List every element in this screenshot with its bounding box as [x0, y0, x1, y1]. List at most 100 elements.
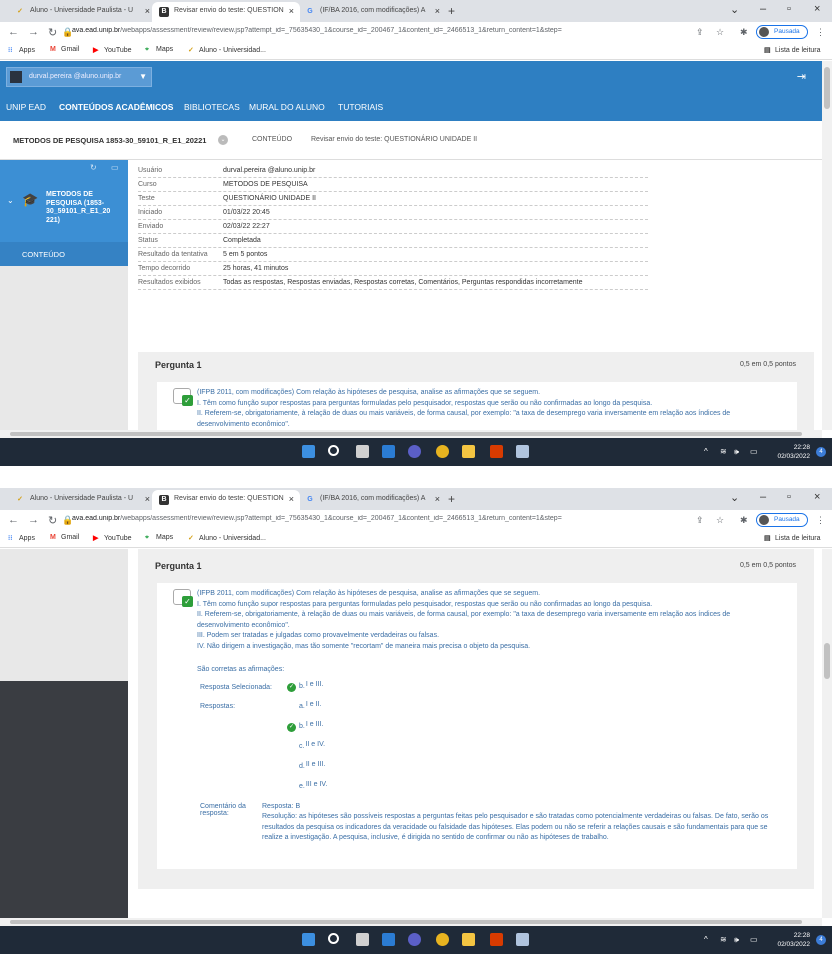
forward-button[interactable]: →	[28, 514, 39, 526]
widgets-icon[interactable]	[382, 933, 395, 946]
menu-icon[interactable]: ⋮	[816, 27, 825, 38]
notification-badge[interactable]: 4	[816, 935, 826, 945]
bookmark-youtube[interactable]: ▶ YouTube	[93, 534, 132, 542]
nav-unip-ead[interactable]: UNIP EAD	[6, 102, 46, 112]
tab-revisar[interactable]: B Revisar envio do teste: QUESTION ×	[152, 490, 300, 510]
tab-aluno[interactable]: ✓ Aluno - Universidade Paulista - U ×	[8, 490, 156, 510]
close-window-button[interactable]: ×	[814, 3, 820, 15]
course-menu-icon[interactable]: ⌄	[218, 135, 228, 145]
logout-icon[interactable]: ⇥	[797, 70, 806, 83]
chat-icon[interactable]	[408, 445, 421, 458]
bookmark-gmail[interactable]: M Gmail	[50, 534, 79, 541]
breadcrumb-course[interactable]: METODOS DE PESQUISA 1853-30_59101_R_E1_2…	[13, 136, 206, 145]
vertical-scrollbar[interactable]	[822, 549, 832, 918]
reload-button[interactable]: ↻	[48, 26, 57, 39]
office-icon[interactable]	[490, 933, 503, 946]
nav-mural-do-aluno[interactable]: MURAL DO ALUNO	[249, 102, 325, 112]
menu-item-conteudo[interactable]: CONTEÚDO	[0, 242, 128, 266]
battery-icon[interactable]: ▭	[750, 935, 758, 944]
url-field[interactable]: ava.ead.unip.br/webapps/assessment/revie…	[72, 515, 682, 522]
reading-list-button[interactable]: ▤ Lista de leitura	[764, 534, 821, 542]
nav-bibliotecas[interactable]: BIBLIOTECAS	[184, 102, 240, 112]
notepad-icon[interactable]	[516, 933, 529, 946]
menu-icon[interactable]: ⋮	[816, 515, 825, 526]
windows-start-icon[interactable]	[302, 933, 315, 946]
widgets-icon[interactable]	[382, 445, 395, 458]
folder-icon[interactable]: ▭	[111, 163, 119, 172]
chevron-down-icon[interactable]: ⌄	[7, 196, 14, 205]
course-title-block[interactable]: ⌄ 🎓 METODOS DE PESQUISA (1853-30_59101_R…	[0, 176, 128, 242]
back-button[interactable]: ←	[8, 514, 19, 526]
file-explorer-icon[interactable]	[462, 933, 475, 946]
bookmark-maps[interactable]: ⌖ Maps	[145, 46, 173, 54]
tab-aluno[interactable]: ✓ Aluno - Universidade Paulista - U ×	[8, 2, 156, 22]
search-icon[interactable]	[328, 445, 339, 456]
star-icon[interactable]: ☆	[716, 515, 724, 526]
close-tab-icon[interactable]: ×	[145, 6, 150, 16]
profile-button[interactable]: Pausada	[756, 25, 808, 39]
chat-icon[interactable]	[408, 933, 421, 946]
tab-search-icon[interactable]: ⌄	[730, 491, 739, 504]
file-explorer-icon[interactable]	[462, 445, 475, 458]
chrome-icon[interactable]	[436, 445, 449, 458]
maximize-button[interactable]: ▫	[787, 491, 791, 503]
close-tab-icon[interactable]: ×	[289, 494, 294, 504]
bookmark-aluno[interactable]: ✓ Aluno - Universidad...	[188, 46, 266, 54]
close-tab-icon[interactable]: ×	[289, 6, 294, 16]
star-icon[interactable]: ☆	[716, 27, 724, 38]
nav-tutoriais[interactable]: TUTORIAIS	[338, 102, 383, 112]
search-icon[interactable]	[328, 933, 339, 944]
clock[interactable]: 22:28 02/03/2022	[777, 443, 810, 461]
breadcrumb-section[interactable]: CONTEÚDO	[252, 136, 292, 143]
windows-start-icon[interactable]	[302, 445, 315, 458]
close-tab-icon[interactable]: ×	[145, 494, 150, 504]
back-button[interactable]: ←	[8, 26, 19, 38]
new-tab-button[interactable]: +	[448, 4, 455, 18]
horizontal-scrollbar[interactable]	[0, 918, 822, 926]
minimize-button[interactable]: –	[760, 3, 766, 15]
tab-google[interactable]: G (IF/BA 2016, com modificações) A ×	[298, 2, 446, 22]
forward-button[interactable]: →	[28, 26, 39, 38]
reload-button[interactable]: ↻	[48, 514, 57, 527]
chrome-icon[interactable]	[436, 933, 449, 946]
refresh-icon[interactable]: ↻	[90, 163, 97, 172]
extensions-icon[interactable]: ✱	[740, 515, 748, 526]
volume-icon[interactable]: 🕪	[734, 447, 739, 457]
close-tab-icon[interactable]: ×	[435, 6, 440, 16]
wifi-icon[interactable]: ≋	[720, 935, 727, 944]
reading-list-button[interactable]: ▤ Lista de leitura	[764, 46, 821, 54]
notepad-icon[interactable]	[516, 445, 529, 458]
notification-badge[interactable]: 4	[816, 447, 826, 457]
minimize-button[interactable]: –	[760, 491, 766, 503]
share-icon[interactable]: ⇪	[696, 27, 704, 38]
bookmark-apps[interactable]: ⁝⁝ Apps	[8, 534, 35, 542]
volume-icon[interactable]: 🕪	[734, 935, 739, 945]
office-icon[interactable]	[490, 445, 503, 458]
bookmark-youtube[interactable]: ▶ YouTube	[93, 46, 132, 54]
battery-icon[interactable]: ▭	[750, 447, 758, 456]
tray-chevron-icon[interactable]: ^	[704, 935, 708, 944]
new-tab-button[interactable]: +	[448, 492, 455, 506]
bookmark-apps[interactable]: ⁝⁝ Apps	[8, 46, 35, 54]
tray-chevron-icon[interactable]: ^	[704, 447, 708, 456]
task-view-icon[interactable]	[356, 445, 369, 458]
task-view-icon[interactable]	[356, 933, 369, 946]
clock[interactable]: 22:28 02/03/2022	[777, 931, 810, 949]
close-window-button[interactable]: ×	[814, 491, 820, 503]
wifi-icon[interactable]: ≋	[720, 447, 727, 456]
extensions-icon[interactable]: ✱	[740, 27, 748, 38]
vertical-scrollbar[interactable]	[822, 61, 832, 430]
tab-search-icon[interactable]: ⌄	[730, 3, 739, 16]
profile-button[interactable]: Pausada	[756, 513, 808, 527]
share-icon[interactable]: ⇪	[696, 515, 704, 526]
bookmark-aluno[interactable]: ✓ Aluno - Universidad...	[188, 534, 266, 542]
nav-conteudos-academicos[interactable]: CONTEÚDOS ACADÊMICOS	[59, 102, 173, 112]
tab-revisar[interactable]: B Revisar envio do teste: QUESTION ×	[152, 2, 300, 22]
bookmark-maps[interactable]: ⌖ Maps	[145, 534, 173, 542]
maximize-button[interactable]: ▫	[787, 3, 791, 15]
url-field[interactable]: ava.ead.unip.br/webapps/assessment/revie…	[72, 27, 682, 34]
horizontal-scrollbar[interactable]	[0, 430, 822, 438]
user-menu-button[interactable]: durval.pereira @aluno.unip.br ▼	[6, 67, 152, 87]
bookmark-gmail[interactable]: M Gmail	[50, 46, 79, 53]
tab-google[interactable]: G (IF/BA 2016, com modificações) A ×	[298, 490, 446, 510]
